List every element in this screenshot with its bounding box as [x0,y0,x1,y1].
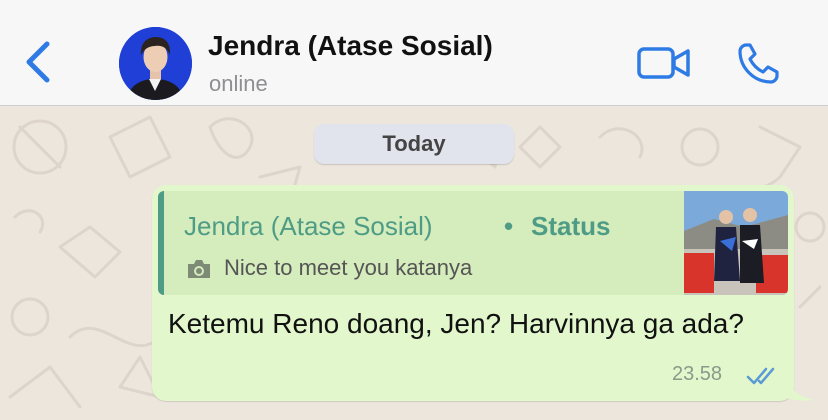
quote-author: Jendra (Atase Sosial) [184,211,433,241]
quote-accent-bar [158,191,164,295]
date-separator: Today [314,124,514,164]
presence-status: online [209,71,268,96]
quote-type-label: Status [531,211,611,241]
bubble-tail [780,372,814,401]
quoted-status-reply[interactable]: Jendra (Atase Sosial) • Status Nice to m… [158,191,788,295]
camera-icon [188,260,210,278]
quote-text: Nice to meet you katanya [224,255,473,280]
quote-separator: • [504,211,514,241]
status-thumbnail [684,191,788,295]
contact-name[interactable]: Jendra (Atase Sosial) [208,30,493,62]
chevron-left-icon[interactable] [20,38,56,86]
avatar[interactable] [119,27,192,100]
chat-header: Jendra (Atase Sosial) online [0,0,828,106]
message-text: Ketemu Reno doang, Jen? Harvinnya ga ada… [168,308,744,339]
phone-icon[interactable] [736,40,782,86]
video-camera-icon[interactable] [636,40,692,86]
message-time: 23.58 [672,363,723,385]
outgoing-message-bubble[interactable]: Jendra (Atase Sosial) • Status Nice to m… [152,185,794,401]
double-check-icon [746,367,775,385]
avatar-portrait [119,27,192,100]
